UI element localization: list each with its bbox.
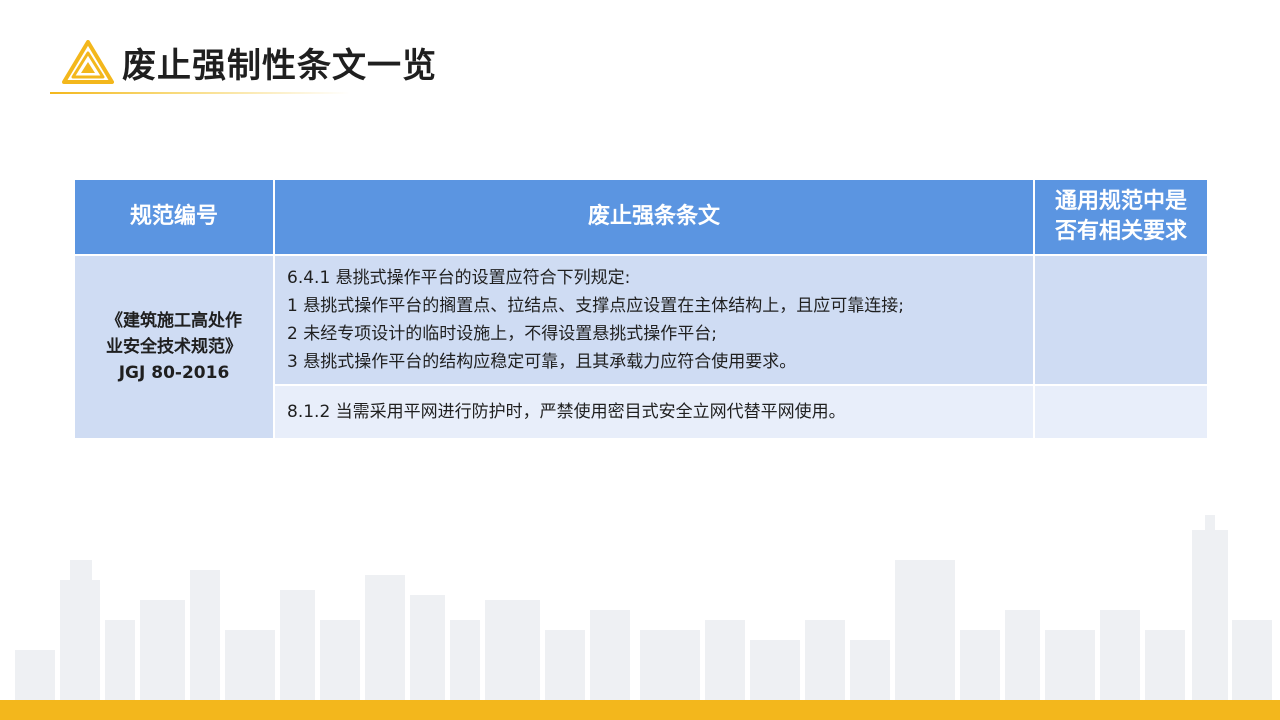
column-header-line: 通用规范中是 [1054,189,1187,214]
standard-code-line: 业安全技术规范》 [106,337,242,357]
page-title: 废止强制性条文一览 [122,46,437,86]
standard-code-cell: 《建筑施工高处作 业安全技术规范》 JGJ 80-2016 [73,254,275,440]
column-header-clause: 废止强条条文 [273,178,1035,256]
clause-line: 2 未经专项设计的临时设施上，不得设置悬挑式操作平台; [287,324,717,344]
bottom-accent-bar [0,700,1280,720]
mandatory-clauses-table: 规范编号 废止强条条文 通用规范中是 否有相关要求 《建筑施工高处作 业安全技术… [73,178,1209,440]
standard-code-line: JGJ 80-2016 [118,363,230,383]
column-header-standard-code: 规范编号 [73,178,275,256]
table-row: 《建筑施工高处作 业安全技术规范》 JGJ 80-2016 6.4.1 悬挑式操… [73,254,1209,440]
clause-cell: 8.1.2 当需采用平网进行防护时，严禁使用密目式安全立网代替平网使用。 [273,384,1035,440]
clause-line: 3 悬挑式操作平台的结构应稳定可靠，且其承载力应符合使用要求。 [287,352,797,372]
clause-cell: 6.4.1 悬挑式操作平台的设置应符合下列规定: 1 悬挑式操作平台的搁置点、拉… [273,254,1035,386]
title-underline [50,92,350,94]
clause-line: 6.4.1 悬挑式操作平台的设置应符合下列规定: [287,268,631,288]
requirement-cell [1033,254,1209,386]
city-skyline-icon [15,515,1272,700]
standard-code-line: 《建筑施工高处作 [106,311,242,331]
triangle-logo-icon [62,40,114,84]
clause-line: 1 悬挑式操作平台的搁置点、拉结点、支撑点应设置在主体结构上，且应可靠连接; [287,296,904,316]
requirement-cell [1033,384,1209,440]
column-header-line: 否有相关要求 [1054,219,1187,244]
table-header-row: 规范编号 废止强条条文 通用规范中是 否有相关要求 [73,178,1209,256]
clause-line: 8.1.2 当需采用平网进行防护时，严禁使用密目式安全立网代替平网使用。 [287,402,846,422]
column-header-general-requirement: 通用规范中是 否有相关要求 [1033,178,1209,256]
